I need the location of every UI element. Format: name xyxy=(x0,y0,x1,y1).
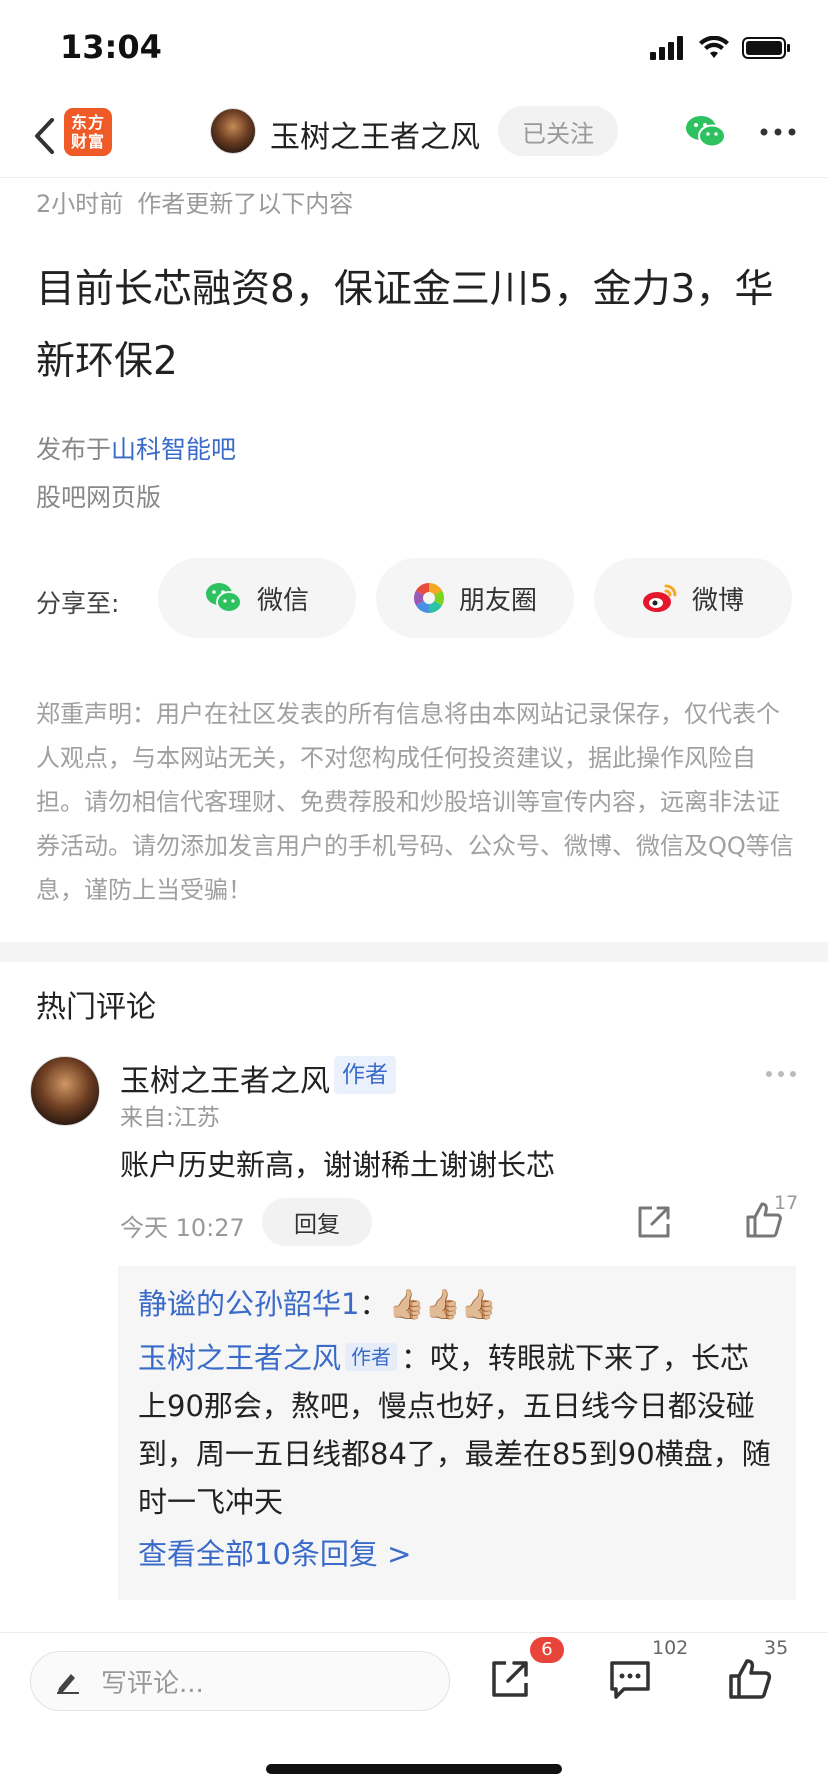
status-icons xyxy=(650,36,792,60)
share-icon[interactable] xyxy=(634,1202,674,1242)
share-moments-button[interactable]: 朋友圈 xyxy=(376,558,574,638)
author-avatar[interactable] xyxy=(210,108,256,154)
reply-user[interactable]: 玉树之王者之风 xyxy=(138,1341,341,1375)
more-icon[interactable] xyxy=(756,116,800,148)
author-badge: 作者 xyxy=(334,1056,396,1094)
reply-separator: ： xyxy=(359,1287,389,1321)
commenter-location: 来自:江苏 xyxy=(120,1105,220,1131)
thumbs-up-icon[interactable] xyxy=(726,1655,774,1703)
view-all-replies-link[interactable]: 查看全部10条回复 > xyxy=(138,1530,776,1578)
reply-author-badge: 作者 xyxy=(345,1343,398,1371)
app-logo[interactable]: 东方财富 xyxy=(64,108,112,156)
update-note: 作者更新了以下内容 xyxy=(137,190,354,218)
comment-input[interactable]: 写评论... xyxy=(30,1651,450,1711)
reply-item: 玉树之王者之风 作者 ：哎，转眼就下来了，长芯上90那会，熬吧，慢点也好，五日线今日… xyxy=(138,1334,776,1526)
post-title: 目前长芯融资8，保证金三川5，金力3，华新环保2 xyxy=(36,267,774,384)
post-meta: 2小时前 作者更新了以下内容 xyxy=(36,184,353,219)
share-weibo-button[interactable]: 微博 xyxy=(594,558,792,638)
comment-text: 账户历史新高，谢谢稀土谢谢长芯 xyxy=(120,1148,556,1182)
comment-icon[interactable] xyxy=(606,1655,654,1703)
forum-link[interactable]: 山科智能吧 xyxy=(111,435,236,464)
comment-count: 102 xyxy=(652,1637,689,1659)
publish-info: 发布于山科智能吧 xyxy=(36,430,236,466)
author-name[interactable]: 玉树之王者之风 xyxy=(270,112,480,156)
section-divider xyxy=(0,942,828,962)
status-bar: 13:04 xyxy=(0,0,828,96)
signal-icon xyxy=(650,36,683,60)
battery-icon xyxy=(742,37,790,59)
pencil-icon xyxy=(57,1674,79,1694)
comment-placeholder: 写评论... xyxy=(101,1668,204,1699)
like-count: 35 xyxy=(764,1637,789,1659)
share-wechat-label: 微信 xyxy=(256,585,309,616)
reply-user[interactable]: 静谧的公孙韶华1 xyxy=(138,1287,359,1321)
share-icon[interactable] xyxy=(486,1655,534,1703)
hot-comments-title: 热门评论 xyxy=(36,990,156,1025)
comment-time: 今天 10:27 xyxy=(120,1214,245,1242)
reply-button[interactable]: 回复 xyxy=(262,1198,372,1246)
post-time: 2小时前 xyxy=(36,190,124,218)
share-count-badge: 6 xyxy=(530,1637,564,1663)
share-weibo-label: 微博 xyxy=(691,585,744,616)
status-time: 13:04 xyxy=(60,28,162,66)
commenter-name[interactable]: 玉树之王者之风 xyxy=(120,1056,330,1100)
back-button[interactable] xyxy=(26,112,62,160)
nav-bar: 东方财富 玉树之王者之风 已关注 xyxy=(0,96,828,178)
share-wechat-button[interactable]: 微信 xyxy=(158,558,356,638)
wechat-icon xyxy=(205,583,242,613)
reply-text: 👍🏼👍🏼👍🏼 xyxy=(388,1287,497,1321)
comment-like-count: 17 xyxy=(774,1192,799,1214)
replies-box: 静谧的公孙韶华1：👍🏼👍🏼👍🏼 玉树之王者之风 作者 ：哎，转眼就下来了，长芯上90… xyxy=(118,1266,796,1600)
commenter-avatar[interactable] xyxy=(30,1056,100,1126)
weibo-icon xyxy=(642,584,677,612)
comment-more-icon[interactable] xyxy=(764,1068,798,1080)
disclaimer: 郑重声明：用户在社区发表的所有信息将由本网站记录保存，仅代表个人观点，与本网站无… xyxy=(36,700,794,904)
home-indicator xyxy=(266,1764,562,1774)
share-label: 分享至: xyxy=(36,589,120,618)
follow-button[interactable]: 已关注 xyxy=(498,106,618,156)
reply-separator: ： xyxy=(401,1341,431,1375)
wifi-icon xyxy=(699,36,729,58)
share-moments-label: 朋友圈 xyxy=(458,585,537,616)
moments-icon xyxy=(413,583,444,613)
post-source: 股吧网页版 xyxy=(36,483,162,512)
chevron-left-icon xyxy=(35,118,54,154)
publish-prefix: 发布于 xyxy=(36,435,112,464)
wechat-icon[interactable] xyxy=(684,110,728,154)
reply-item: 静谧的公孙韶华1：👍🏼👍🏼👍🏼 xyxy=(138,1280,776,1328)
